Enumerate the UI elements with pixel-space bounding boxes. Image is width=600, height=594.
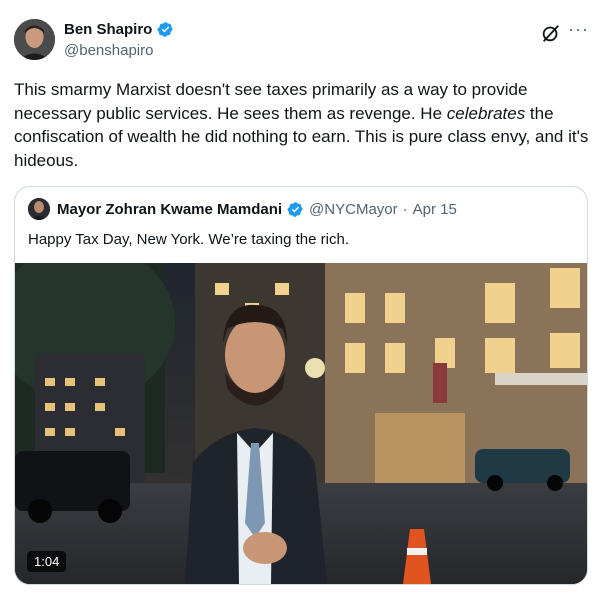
quoted-date[interactable]: Apr 15 (413, 201, 457, 218)
verified-badge-icon (287, 202, 303, 217)
quoted-author-handle[interactable]: @NYCMayor (309, 201, 398, 218)
quoted-tweet[interactable]: Mayor Zohran Kwame Mamdani @NYCMayor · A… (14, 186, 588, 585)
video-thumbnail (15, 263, 587, 584)
verified-badge-icon (157, 22, 174, 37)
more-options-icon[interactable]: ··· (568, 19, 589, 40)
tweet-text: This smarmy Marxist doesn't see taxes pr… (14, 78, 592, 172)
grok-icon[interactable] (540, 22, 562, 44)
quoted-video[interactable]: 1:04 (15, 263, 587, 584)
author-avatar[interactable] (14, 19, 55, 60)
video-duration: 1:04 (27, 551, 67, 572)
quoted-header: Mayor Zohran Kwame Mamdani @NYCMayor · A… (57, 201, 457, 218)
tweet-text-italic: celebrates (446, 103, 526, 123)
quoted-author-name[interactable]: Mayor Zohran Kwame Mamdani (57, 201, 282, 218)
author-name-row[interactable]: Ben Shapiro (64, 21, 174, 38)
author-handle[interactable]: @benshapiro (64, 42, 153, 59)
meta-separator: · (402, 201, 408, 218)
quoted-text: Happy Tax Day, New York. We’re taxing th… (28, 231, 349, 248)
quoted-author-avatar[interactable] (28, 198, 50, 220)
author-name[interactable]: Ben Shapiro (64, 21, 152, 38)
